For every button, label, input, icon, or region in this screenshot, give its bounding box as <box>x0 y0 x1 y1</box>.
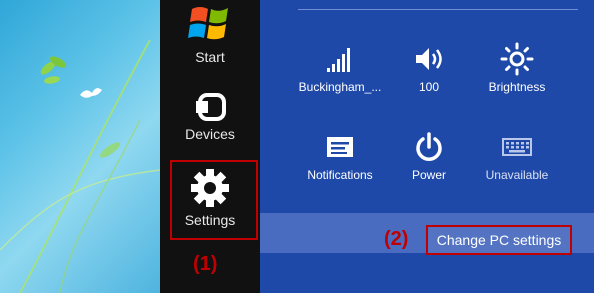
tile-notifications[interactable]: Notifications <box>295 130 385 182</box>
devices-icon <box>196 93 226 121</box>
tile-keyboard-label: Unavailable <box>485 168 549 182</box>
charm-devices[interactable]: Devices <box>160 92 260 142</box>
settings-highlight-box <box>170 160 258 240</box>
windows-logo-icon <box>188 7 228 40</box>
tile-network-label: Buckingham_... <box>298 80 382 94</box>
wallpaper-artwork <box>0 39 160 293</box>
notifications-icon <box>327 137 353 157</box>
tile-power[interactable]: Power <box>384 130 474 182</box>
tile-volume-label: 100 <box>418 80 440 94</box>
power-icon <box>416 132 442 161</box>
volume-icon <box>416 48 442 70</box>
tile-keyboard: Unavailable <box>472 130 562 182</box>
tile-brightness-label: Brightness <box>488 80 546 94</box>
tile-volume[interactable]: 100 <box>384 42 474 94</box>
annotation-step-2: (2) <box>384 228 409 250</box>
charm-start-label: Start <box>195 49 225 65</box>
tile-network[interactable]: Buckingham_... <box>295 42 385 94</box>
tile-power-label: Power <box>411 168 446 182</box>
desktop-wallpaper <box>0 0 160 293</box>
charms-bar: Start Devices Settings <box>160 0 260 293</box>
brightness-icon <box>500 42 534 76</box>
tile-notifications-label: Notifications <box>307 168 373 182</box>
tile-brightness[interactable]: Brightness <box>472 42 562 94</box>
charm-devices-label: Devices <box>185 126 235 142</box>
keyboard-icon <box>502 138 532 156</box>
annotation-step-1: (1) <box>193 253 218 275</box>
wifi-signal-icon <box>327 48 350 72</box>
charm-start[interactable]: Start <box>160 0 260 65</box>
panel-top-divider <box>298 9 578 10</box>
change-pc-settings-button[interactable]: Change PC settings <box>426 225 572 255</box>
